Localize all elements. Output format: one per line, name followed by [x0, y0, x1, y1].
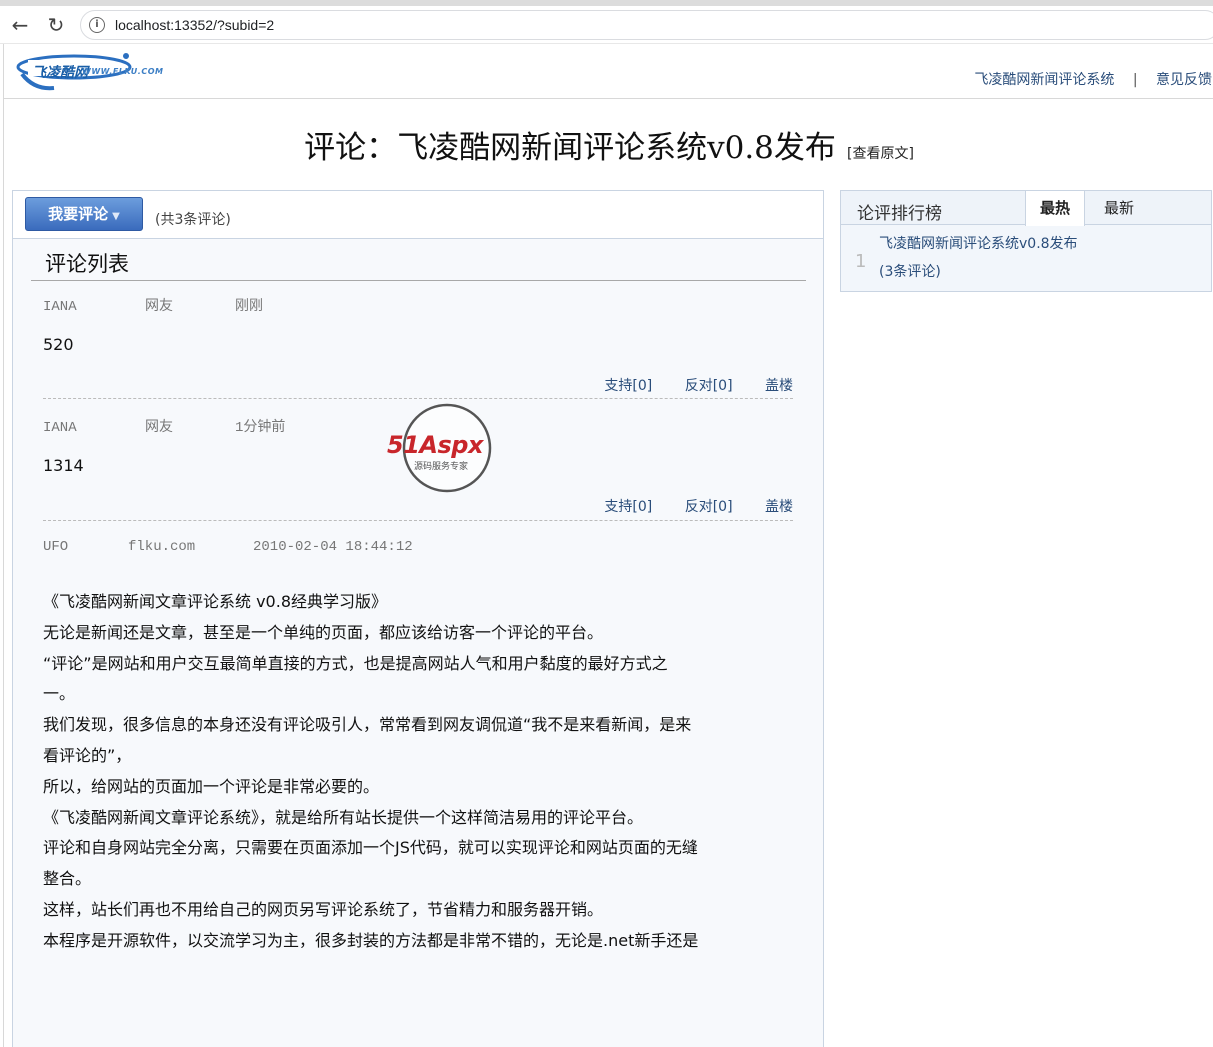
link-separator: |: [1132, 72, 1138, 88]
content-line: 《飞凌酷网新闻文章评论系统》，就是给所有站长提供一个这样简洁易用的评论平台。: [43, 807, 644, 827]
comment-from: flku.com: [128, 539, 196, 555]
comment-user: IANA: [43, 420, 77, 436]
view-original-link[interactable]: [查看原文]: [847, 146, 914, 162]
comment-time: 1分钟前: [235, 420, 286, 436]
comment-item: UFO flku.com 2010-02-04 18:44:12: [43, 539, 793, 569]
comment-meta: UFO flku.com 2010-02-04 18:44:12: [43, 539, 413, 555]
comment-content: 1314: [43, 456, 84, 475]
comment-content: 520: [43, 335, 74, 354]
rank-number: 1: [855, 251, 867, 272]
site-logo[interactable]: 飞凌酷网 WWW.FLKU.COM: [14, 50, 164, 92]
write-comment-label: 我要评论: [48, 205, 109, 223]
link-comment-system[interactable]: 飞凌酷网新闻评论系统: [974, 72, 1114, 88]
chevron-down-icon: ▼: [112, 211, 120, 222]
content-line: 本程序是开源软件，以交流学习为主，很多封装的方法都是非常不错的，无论是.net新…: [43, 930, 699, 950]
ranking-item-link[interactable]: 飞凌酷网新闻评论系统v0.8发布: [879, 233, 1078, 253]
comment-count: (共3条评论): [155, 212, 231, 228]
link-feedback[interactable]: 意见反馈: [1156, 72, 1212, 88]
comment-meta: IANA 网友 刚刚: [43, 295, 263, 315]
page-title: 评论：飞凌酷网新闻评论系统v0.8发布: [304, 130, 836, 166]
comment-user: IANA: [43, 299, 77, 315]
site-header: 飞凌酷网 WWW.FLKU.COM 飞凌酷网新闻评论系统 | 意见反馈: [4, 44, 1213, 99]
content-line: 《飞凌酷网新闻文章评论系统 v0.8经典学习版》: [43, 592, 388, 611]
watermark-sub: 源码服务专家: [414, 462, 469, 472]
content-line: 看评论的”，: [43, 745, 132, 765]
watermark-brand: 51Aspx: [387, 431, 483, 459]
content-line: 所以，给网站的页面加一个评论是非常必要的。: [43, 776, 380, 796]
comment-time: 2010-02-04 18:44:12: [253, 539, 413, 555]
comment-from: 网友: [145, 299, 173, 315]
content-line: 一。: [43, 684, 76, 704]
page-title-row: 评论：飞凌酷网新闻评论系统v0.8发布 [查看原文]: [4, 122, 1213, 167]
page: 飞凌酷网 WWW.FLKU.COM 飞凌酷网新闻评论系统 | 意见反馈 评论：飞…: [3, 44, 1213, 1047]
ranking-title: 论评排行榜: [857, 204, 942, 224]
comment-item: IANA 网友 刚刚 520 支持[0] 反对[0] 盖楼: [43, 295, 793, 399]
comment-actions: 支持[0] 反对[0] 盖楼: [576, 496, 793, 516]
comments-panel: 我要评论 ▼ (共3条评论) 评论列表 IANA 网友 刚刚 520 支持[0] 反对…: [12, 190, 824, 1047]
tab-hottest[interactable]: 最热: [1025, 191, 1085, 226]
support-link[interactable]: 支持[0]: [604, 499, 652, 515]
logo-text: 飞凌酷网: [32, 65, 88, 81]
logo-domain: WWW.FLKU.COM: [82, 67, 164, 76]
reply-link[interactable]: 盖楼: [765, 499, 793, 515]
comment-long-content: 《飞凌酷网新闻文章评论系统 v0.8经典学习版》 无论是新闻还是文章，甚至是一个…: [43, 587, 793, 957]
reload-icon[interactable]: ↻: [44, 13, 68, 37]
content-line: “评论”是网站和用户交互最简单直接的方式，也是提高网站人气和用户黏度的最好方式之: [43, 653, 668, 673]
comments-toolbar: 我要评论 ▼ (共3条评论): [13, 191, 823, 239]
ranking-tabs: 论评排行榜 最热 最新: [841, 191, 1211, 226]
content-line: 这样，站长们再也不用给自己的网页另写评论系统了，节省精力和服务器开销。: [43, 899, 604, 919]
comment-time: 刚刚: [235, 299, 263, 315]
watermark-logo: 51Aspx 源码服务专家: [386, 403, 510, 495]
oppose-link[interactable]: 反对[0]: [685, 499, 733, 515]
url-bar[interactable]: i localhost:13352/?subid=2: [80, 10, 1213, 40]
reply-link[interactable]: 盖楼: [765, 378, 793, 394]
comment-list-header: 评论列表: [31, 243, 806, 281]
content-line: 整合。: [43, 869, 92, 889]
content-line: 无论是新闻还是文章，甚至是一个单纯的页面，都应该给访客一个评论的平台。: [43, 622, 604, 642]
comment-from: 网友: [145, 420, 173, 436]
comment-actions: 支持[0] 反对[0] 盖楼: [576, 375, 793, 395]
browser-address-bar: ← ↻ i localhost:13352/?subid=2: [0, 6, 1213, 44]
url-text[interactable]: localhost:13352/?subid=2: [115, 17, 274, 33]
comment-user: UFO: [43, 539, 69, 555]
content-line: 我们发现，很多信息的本身还没有评论吸引人，常常看到网友调侃道“我不是来看新闻，是…: [43, 715, 692, 735]
ranking-panel: 论评排行榜 最热 最新 1 飞凌酷网新闻评论系统v0.8发布 (3条评论): [840, 190, 1212, 292]
back-arrow-icon[interactable]: ←: [8, 13, 32, 37]
content-line: 评论和自身网站完全分离，只需要在页面添加一个JS代码，就可以实现评论和网站页面的…: [43, 838, 698, 858]
top-links: 飞凌酷网新闻评论系统 | 意见反馈: [974, 69, 1212, 89]
comment-meta: IANA 网友 1分钟前: [43, 416, 285, 436]
oppose-link[interactable]: 反对[0]: [685, 378, 733, 394]
tab-latest[interactable]: 最新: [1089, 191, 1149, 225]
write-comment-button[interactable]: 我要评论 ▼: [25, 197, 143, 231]
ranking-item-count: (3条评论): [879, 264, 941, 280]
support-link[interactable]: 支持[0]: [604, 378, 652, 394]
info-icon[interactable]: i: [89, 17, 105, 33]
comment-list-title: 评论列表: [45, 252, 129, 276]
